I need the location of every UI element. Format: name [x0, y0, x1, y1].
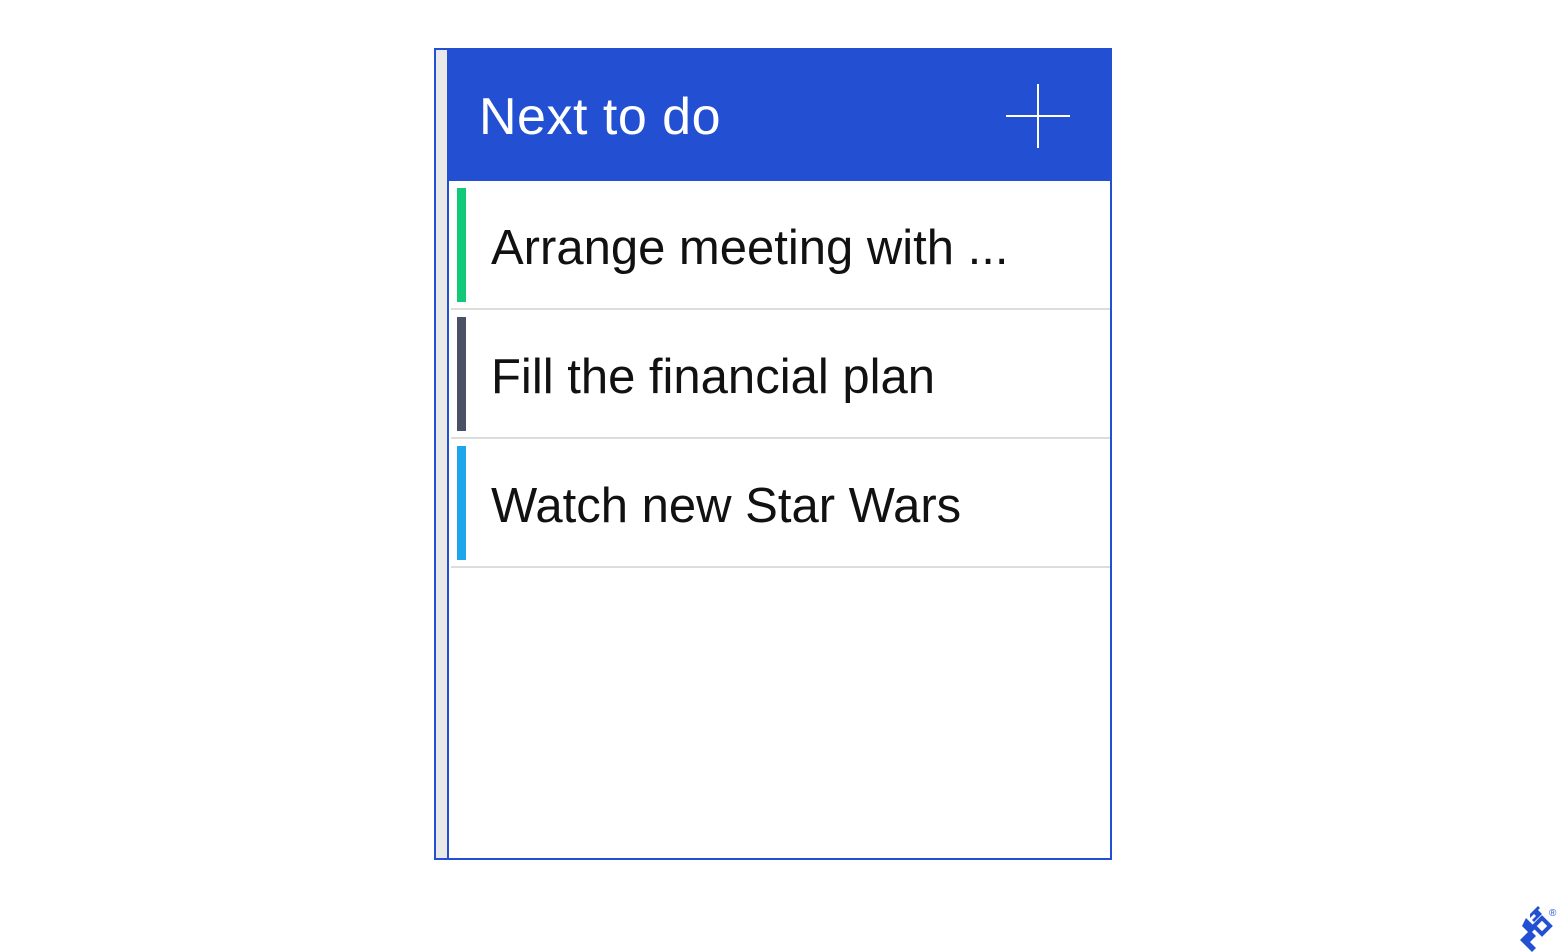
task-color-marker: [457, 188, 466, 302]
add-task-button[interactable]: [1006, 84, 1070, 148]
canvas: Next to do Arrange meeting with ... Fill…: [0, 0, 1560, 952]
todo-panel: Next to do Arrange meeting with ... Fill…: [434, 48, 1112, 860]
task-label: Watch new Star Wars: [491, 479, 962, 533]
task-color-marker: [457, 317, 466, 431]
task-color-marker: [457, 446, 466, 560]
panel-title: Next to do: [479, 88, 722, 146]
task-label: Arrange meeting with ...: [491, 221, 1009, 275]
plus-icon: [1006, 84, 1070, 148]
toptal-logo-icon: ®: [1520, 906, 1557, 952]
task-list: Arrange meeting with ... Fill the financ…: [451, 181, 1110, 568]
registered-mark: ®: [1549, 908, 1557, 919]
panel-header: Next to do: [449, 50, 1110, 181]
panel-gutter: [436, 50, 449, 858]
task-row[interactable]: Fill the financial plan: [451, 310, 1110, 439]
task-row[interactable]: Watch new Star Wars: [451, 439, 1110, 568]
task-row[interactable]: Arrange meeting with ...: [451, 181, 1110, 310]
task-label: Fill the financial plan: [491, 350, 935, 404]
